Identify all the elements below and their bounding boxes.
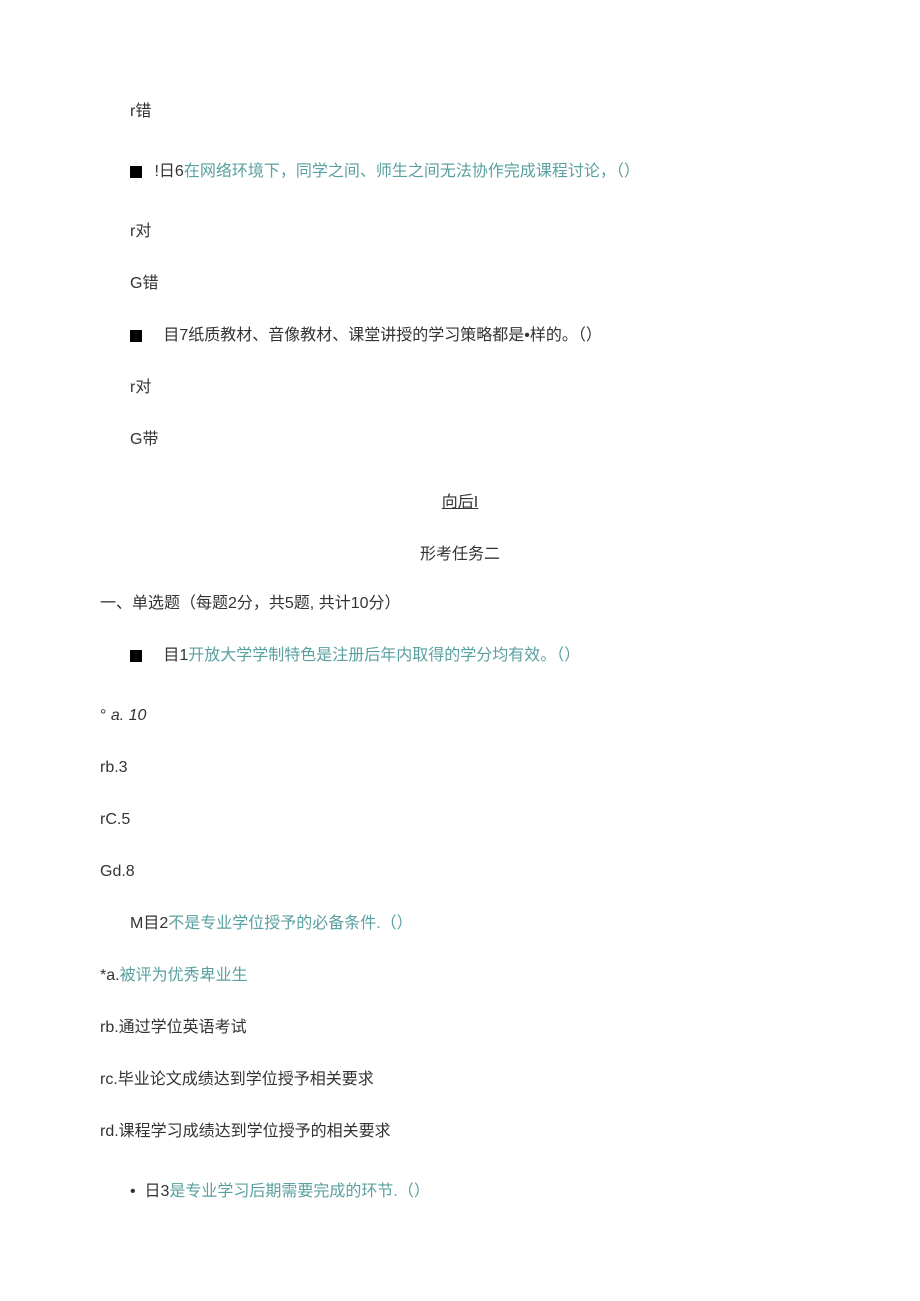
t2q1-opt-b[interactable]: rb.3 xyxy=(100,756,820,780)
t2q2-row: M目2不是专业学位授予的必备条件.（） xyxy=(130,912,820,936)
q6-opt-false[interactable]: G错 xyxy=(130,272,820,296)
q6-opt-true-text: r对 xyxy=(130,223,151,240)
t2q1-prefix: 目1 xyxy=(163,647,188,664)
t2q1-opt-c[interactable]: rC.5 xyxy=(100,808,820,832)
square-bullet-icon xyxy=(130,166,142,178)
task2-title-text: 形考任务二 xyxy=(420,546,500,563)
q6-text: 在网络环境下，同学之间、师生之间无法协作完成课程讨论，（） xyxy=(184,163,640,180)
q6-opt-false-text: G错 xyxy=(130,275,158,292)
q7-opt-true[interactable]: r对 xyxy=(130,376,820,400)
q6-row: !日6在网络环境下，同学之间、师生之间无法协作完成课程讨论，（） xyxy=(130,160,820,184)
t2q3-prefix: 日3 xyxy=(145,1183,170,1200)
t2q2-text: 不是专业学位授予的必备条件.（） xyxy=(168,915,412,932)
bullet-dot-icon: • xyxy=(130,1183,140,1200)
t2q2-opt-b[interactable]: rb.通过学位英语考试 xyxy=(100,1016,820,1040)
q7-opt-false[interactable]: G带 xyxy=(130,428,820,452)
t2q1-opt-a[interactable]: ° a. 10 xyxy=(100,704,820,728)
t2q2-a-text: 被评为优秀卑业生 xyxy=(120,967,248,984)
t2q1-text: 开放大学学制特色是注册后年内取得的学分均有效。（） xyxy=(188,647,580,664)
t2q1-a-prefix: ° xyxy=(100,707,111,724)
t2q3-row: • 日3是专业学习后期需要完成的环节.（） xyxy=(130,1180,820,1204)
nav-back-text: 向后I xyxy=(442,494,478,511)
task2-section-text: 一、单选题（每题2分，共5题, 共计10分） xyxy=(100,595,401,612)
t2q2-prefix: M目2 xyxy=(130,915,168,932)
t2q2-opt-d[interactable]: rd.课程学习成绩达到学位授予的相关要求 xyxy=(100,1120,820,1144)
q7-prefix: 目7 xyxy=(163,327,188,344)
q7-opt-false-text: G带 xyxy=(130,431,158,448)
t2q1-d-text: Gd.8 xyxy=(100,863,135,880)
t2q1-c-text: rC.5 xyxy=(100,811,130,828)
t2q3-text: 是专业学习后期需要完成的环节.（） xyxy=(169,1183,429,1200)
t2q2-opt-a[interactable]: *a.被评为优秀卑业生 xyxy=(100,964,820,988)
q5-answer-text: r错 xyxy=(130,103,151,120)
t2q2-b-text: rb.通过学位英语考试 xyxy=(100,1019,247,1036)
q5-answer-wrong: r错 xyxy=(130,100,820,124)
q7-row: 目7纸质教材、音像教材、课堂讲授的学习策略都是•样的。（） xyxy=(130,324,820,348)
task2-section: 一、单选题（每题2分，共5题, 共计10分） xyxy=(100,592,820,616)
square-bullet-icon xyxy=(130,650,142,662)
q7-text: 纸质教材、音像教材、课堂讲授的学习策略都是•样的。（） xyxy=(188,327,602,344)
q7-opt-true-text: r对 xyxy=(130,379,151,396)
q6-opt-true[interactable]: r对 xyxy=(130,220,820,244)
t2q2-d-text: rd.课程学习成绩达到学位授予的相关要求 xyxy=(100,1123,391,1140)
task2-title: 形考任务二 xyxy=(100,540,820,564)
q6-prefix: !日6 xyxy=(154,163,183,180)
nav-back[interactable]: 向后I xyxy=(100,488,820,512)
t2q1-b-text: rb.3 xyxy=(100,759,128,776)
t2q2-c-text: rc.毕业论文成绩达到学位授予相关要求 xyxy=(100,1071,374,1088)
t2q1-row: 目1开放大学学制特色是注册后年内取得的学分均有效。（） xyxy=(130,644,820,668)
t2q2-opt-c[interactable]: rc.毕业论文成绩达到学位授予相关要求 xyxy=(100,1068,820,1092)
square-bullet-icon xyxy=(130,330,142,342)
t2q1-a-text: a. 10 xyxy=(111,707,147,724)
t2q1-opt-d[interactable]: Gd.8 xyxy=(100,860,820,884)
